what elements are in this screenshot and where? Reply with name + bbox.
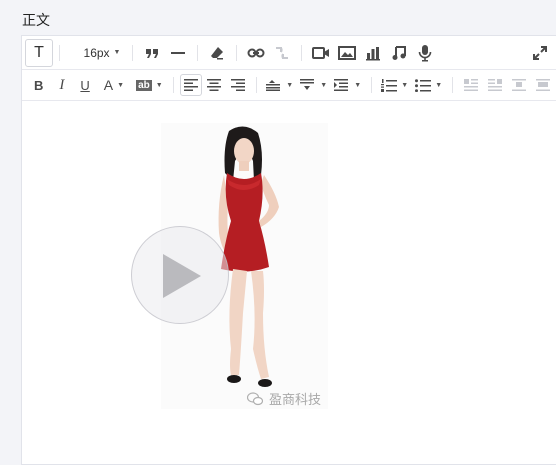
align-left-icon [183, 79, 198, 91]
quote-icon [146, 48, 158, 58]
divider [301, 44, 302, 61]
font-color-label: A [103, 77, 114, 93]
play-icon [163, 254, 201, 298]
clear-format-button[interactable] [204, 40, 230, 66]
chevron-down-icon: ▼ [155, 81, 163, 89]
record-voice-button[interactable] [412, 40, 438, 66]
quote-button[interactable] [139, 40, 165, 66]
ordered-list-icon [381, 78, 398, 92]
microphone-icon [418, 44, 432, 61]
horizontal-rule-icon [171, 51, 185, 54]
divider [59, 44, 60, 61]
indent-button[interactable]: ▼ [331, 72, 365, 98]
watermark-text: 盈商科技 [269, 392, 322, 407]
chevron-down-icon: ▼ [117, 81, 125, 89]
insert-video-button[interactable] [308, 40, 334, 66]
chevron-down-icon: ▼ [435, 81, 443, 89]
wechat-icon [247, 391, 263, 405]
video-icon [312, 46, 329, 59]
chevron-down-icon: ▼ [113, 49, 121, 56]
float-left-icon [463, 79, 478, 91]
float-right-icon [487, 79, 502, 91]
indent-icon [334, 79, 349, 91]
video-watermark: 盈商科技 [247, 389, 321, 408]
divider [451, 77, 453, 93]
insert-link-button[interactable] [243, 40, 269, 66]
chevron-down-icon: ▼ [286, 81, 294, 89]
background-color-button[interactable]: ab ▼ [132, 72, 167, 98]
paragraph-spacing-icon [300, 79, 315, 90]
divider [370, 77, 372, 93]
float-left-button[interactable] [459, 72, 483, 98]
eraser-icon [211, 46, 223, 59]
background-color-label: ab [136, 79, 152, 91]
toolbar-primary: T 16px ▼ [22, 36, 556, 70]
line-height-icon [266, 80, 281, 91]
insert-audio-button[interactable] [386, 40, 412, 66]
font-color-button[interactable]: A ▼ [100, 72, 128, 98]
field-label: 正文 [22, 12, 50, 28]
divider [132, 44, 133, 61]
music-note-icon [392, 45, 406, 60]
align-center-icon [206, 79, 221, 91]
divider [197, 44, 198, 61]
align-left-button[interactable] [179, 74, 202, 96]
underline-button[interactable]: U [76, 72, 93, 98]
unordered-list-icon [415, 78, 432, 92]
align-right-icon [230, 79, 245, 91]
link-icon [247, 48, 265, 57]
bold-button[interactable]: B [30, 72, 47, 98]
divider [255, 77, 257, 93]
chevron-down-icon: ▼ [354, 81, 362, 89]
chevron-down-icon: ▼ [401, 81, 409, 89]
unlink-button[interactable] [269, 40, 295, 66]
font-size-select[interactable]: 16px ▼ [78, 46, 126, 60]
chevron-down-icon: ▼ [320, 81, 328, 89]
insert-image-button[interactable] [334, 40, 360, 66]
italic-button[interactable]: I [55, 72, 68, 98]
editor-content[interactable]: 盈商科技 [22, 101, 556, 464]
expand-icon [533, 45, 547, 60]
image-inline-button[interactable] [507, 72, 531, 98]
fullscreen-button[interactable] [527, 40, 553, 66]
font-size-value: 16px [83, 45, 110, 60]
video-play-button[interactable] [131, 226, 229, 324]
insert-chart-button[interactable] [360, 40, 386, 66]
image-inline-icon [511, 79, 526, 91]
toolbar-formatting: B I U A ▼ ab ▼ ▼ ▼ ▼ ▼ ▼ [22, 70, 556, 101]
paragraph-spacing-button[interactable]: ▼ [297, 72, 331, 98]
video-thumbnail[interactable] [131, 123, 328, 409]
line-height-button[interactable]: ▼ [263, 72, 297, 98]
align-right-button[interactable] [226, 72, 250, 98]
horizontal-rule-button[interactable] [165, 40, 191, 66]
align-center-button[interactable] [202, 72, 226, 98]
bar-chart-icon [366, 46, 380, 60]
divider [236, 44, 237, 61]
text-style-button[interactable]: T [25, 38, 53, 67]
divider [172, 77, 174, 93]
image-icon [338, 45, 356, 60]
float-right-button[interactable] [483, 72, 507, 98]
unlink-icon [276, 46, 288, 59]
rich-text-editor: T 16px ▼ B I U A ▼ ab ▼ ▼ ▼ ▼ ▼ ▼ 盈商科技 [21, 35, 556, 465]
ordered-list-button[interactable]: ▼ [378, 72, 412, 98]
unordered-list-button[interactable]: ▼ [412, 72, 446, 98]
image-center-icon [535, 79, 550, 91]
image-center-button[interactable] [531, 72, 555, 98]
